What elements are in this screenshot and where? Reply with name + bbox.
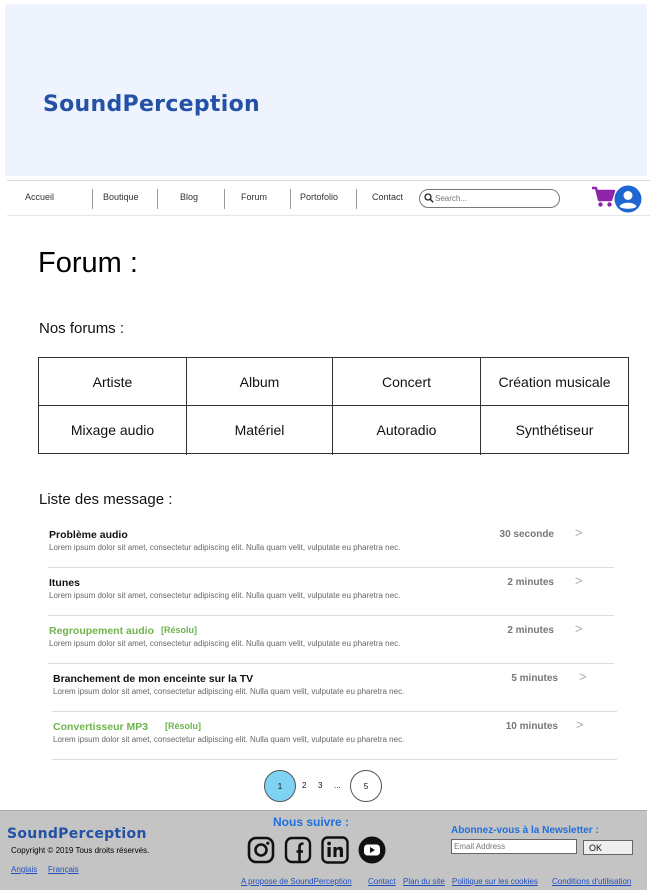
message-row[interactable]: Convertisseur MP3 [Résolu] Lorem ipsum d… [52,712,617,760]
forum-concert[interactable]: Concert [333,358,480,406]
forum-mixage-audio[interactable]: Mixage audio [39,406,186,454]
forum-artiste[interactable]: Artiste [39,358,186,406]
footer-link-about[interactable]: A propose de SoundPerception [241,877,352,886]
message-time: 5 minutes [511,673,558,684]
nav-divider [92,189,93,209]
nav-divider [157,189,158,209]
forum-grid: Artiste Album Concert Création musicale … [38,357,629,455]
chevron-right-icon[interactable]: > [575,525,583,540]
message-title[interactable]: Branchement de mon enceinte sur la TV [53,673,253,685]
footer-link-cookies[interactable]: Politique sur les cookies [452,877,538,886]
message-time: 2 minutes [507,577,554,588]
nav-divider [290,189,291,209]
message-title[interactable]: Convertisseur MP3 [53,721,148,733]
nav-item-blog[interactable]: Blog [180,192,198,202]
message-preview: Lorem ipsum dolor sit amet, consectetur … [53,687,405,696]
newsletter-ok-button[interactable]: OK [583,840,633,855]
forums-heading: Nos forums : [39,320,125,337]
message-time: 30 seconde [499,529,554,540]
instagram-icon[interactable] [247,836,275,864]
forum-materiel[interactable]: Matériel [187,406,332,454]
message-row[interactable]: Itunes Lorem ipsum dolor sit amet, conse… [48,568,614,616]
message-row[interactable]: Branchement de mon enceinte sur la TV Lo… [52,664,617,712]
shopping-cart-icon[interactable] [591,186,615,208]
nav-item-accueil[interactable]: Accueil [25,192,54,202]
messages-heading: Liste des message : [39,491,173,508]
message-preview: Lorem ipsum dolor sit amet, consectetur … [49,591,401,600]
facebook-icon[interactable] [284,836,312,864]
search-icon [424,193,434,203]
nav-item-boutique[interactable]: Boutique [103,192,139,202]
newsletter-heading: Abonnez-vous à la Newsletter : [451,825,599,836]
footer-brand[interactable]: SoundPerception [7,826,147,842]
pagination-ellipsis: ... [334,781,341,790]
message-row[interactable]: Regroupement audio [Résolu] Lorem ipsum … [48,616,614,664]
youtube-icon[interactable] [358,836,386,864]
page-title: Forum : [38,247,138,279]
chevron-right-icon[interactable]: > [575,573,583,588]
message-preview: Lorem ipsum dolor sit amet, consectetur … [49,639,401,648]
pagination-page-2[interactable]: 2 [302,781,306,790]
message-time: 2 minutes [507,625,554,636]
linkedin-icon[interactable] [321,836,349,864]
forum-autoradio[interactable]: Autoradio [333,406,480,454]
copyright: Copyright © 2019 Tous droits réservés. [11,846,150,855]
footer-link-sitemap[interactable]: Plan du site [403,877,445,886]
message-time: 10 minutes [505,721,558,732]
footer-link-terms[interactable]: Conditions d'utilisation [552,877,631,886]
pagination-current[interactable]: 1 [264,770,296,802]
resolved-badge: [Résolu] [165,721,201,731]
lang-link-francais[interactable]: Français [48,865,79,874]
brand-logo[interactable]: SoundPerception [43,92,260,117]
chevron-right-icon[interactable]: > [576,717,584,732]
footer: SoundPerception Copyright © 2019 Tous dr… [0,810,647,890]
nav-item-forum[interactable]: Forum [241,192,267,202]
nav-item-portofolio[interactable]: Portofolio [300,192,338,202]
pagination-page-3[interactable]: 3 [318,781,322,790]
message-preview: Lorem ipsum dolor sit amet, consectetur … [49,543,401,552]
message-row[interactable]: Problème audio Lorem ipsum dolor sit ame… [48,520,614,568]
newsletter-email-input[interactable] [451,839,577,854]
message-preview: Lorem ipsum dolor sit amet, consectetur … [53,735,405,744]
chevron-right-icon[interactable]: > [575,621,583,636]
nav-item-contact[interactable]: Contact [372,192,403,202]
nav-divider [224,189,225,209]
resolved-badge: [Résolu] [161,625,197,635]
forum-creation-musicale[interactable]: Création musicale [481,358,628,406]
account-circle-icon[interactable] [614,185,642,213]
message-title[interactable]: Itunes [49,577,80,589]
header-banner: SoundPerception [5,4,647,176]
search-box[interactable] [419,189,560,208]
pagination-last[interactable]: 5 [350,770,382,802]
message-title[interactable]: Regroupement audio [49,625,154,637]
follow-heading: Nous suivre : [273,815,350,829]
main-nav: Accueil Boutique Blog Forum Portofolio C… [7,180,650,216]
search-input[interactable] [435,192,555,205]
chevron-right-icon[interactable]: > [579,669,587,684]
forum-album[interactable]: Album [187,358,332,406]
nav-divider [356,189,357,209]
message-title[interactable]: Problème audio [49,529,128,541]
forum-synthetiseur[interactable]: Synthétiseur [481,406,628,454]
lang-link-anglais[interactable]: Anglais [11,865,37,874]
footer-link-contact[interactable]: Contact [368,877,396,886]
